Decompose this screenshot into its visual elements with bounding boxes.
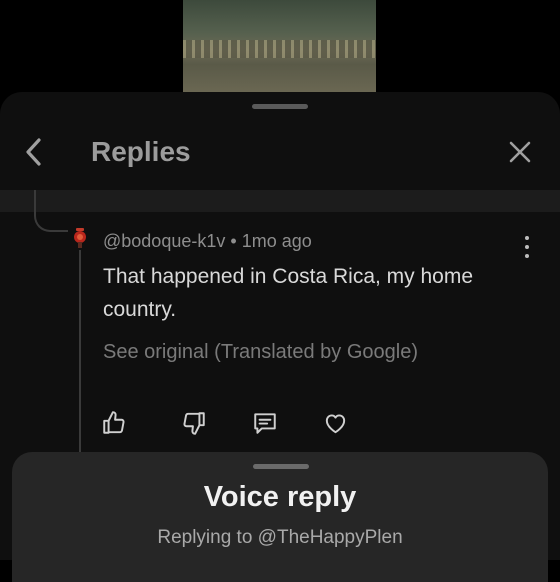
close-icon [509, 141, 531, 163]
reply-meta: @bodoque-k1v • 1mo ago [103, 231, 312, 252]
chevron-left-icon [26, 138, 41, 166]
video-thumbnail[interactable] [183, 0, 376, 92]
voice-reply-title: Voice reply [203, 481, 357, 513]
back-button[interactable] [12, 130, 56, 174]
avatar[interactable] [70, 228, 90, 250]
more-dot [525, 236, 529, 240]
thumbs-up-icon [103, 411, 125, 434]
thumbs-down-icon [183, 412, 205, 435]
thread-line [79, 250, 81, 460]
voice-reply-drag-handle[interactable] [253, 464, 309, 469]
reply-author[interactable]: @bodoque-k1v [103, 231, 225, 251]
heart-button[interactable] [320, 408, 350, 438]
reply-button[interactable] [250, 408, 280, 438]
video-frame-detail [183, 40, 376, 58]
comment-icon [254, 413, 276, 434]
dislike-button[interactable] [179, 408, 209, 438]
replies-drag-handle[interactable] [252, 104, 308, 109]
see-original-link[interactable]: See original (Translated by Google) [103, 341, 418, 364]
avatar-icon [74, 228, 86, 248]
reply-time: 1mo ago [241, 231, 312, 251]
meta-separator: • [230, 231, 237, 251]
more-dot [525, 245, 529, 249]
more-options-button[interactable] [520, 236, 534, 258]
close-button[interactable] [498, 130, 542, 174]
parent-comment-band [0, 190, 560, 212]
page-title: Replies [91, 136, 191, 167]
like-button[interactable] [99, 408, 129, 438]
reply-text: That happened in Costa Rica, my home cou… [103, 265, 474, 321]
replies-header: Replies [0, 122, 560, 186]
more-dot [525, 254, 529, 258]
heart-icon [325, 414, 345, 434]
thread-connector [34, 190, 68, 232]
replying-to-label: Replying to @TheHappyPlen [157, 527, 403, 548]
voice-reply-sheet: Voice reply Replying to @TheHappyPlen [12, 452, 548, 582]
